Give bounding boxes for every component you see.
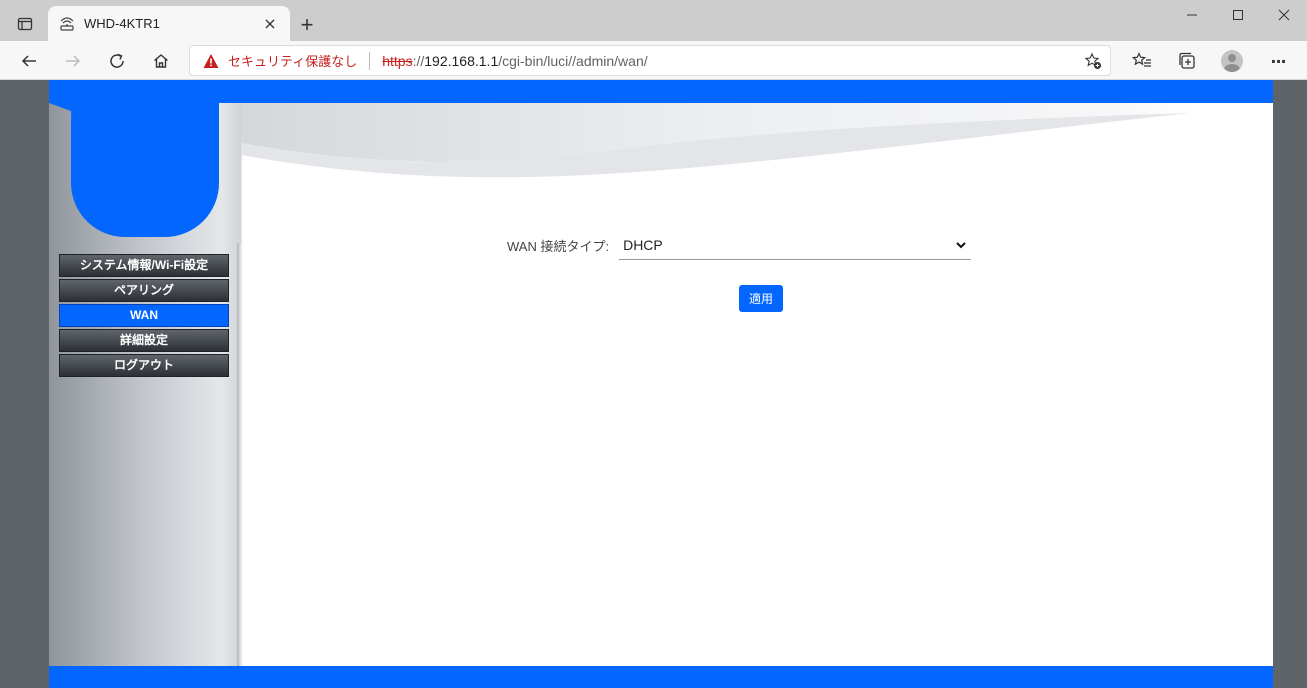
- url-scheme-separator: ://: [412, 52, 425, 69]
- address-separator: [369, 51, 371, 70]
- sidebar-item-system-info[interactable]: システム情報/Wi-Fi設定: [59, 254, 229, 277]
- minimize-icon: [1187, 14, 1197, 16]
- page-right-background: [1273, 80, 1307, 688]
- home-button[interactable]: [146, 46, 176, 76]
- favorites-button[interactable]: [1127, 46, 1157, 76]
- tab-actions-button[interactable]: [8, 12, 42, 36]
- close-window-button[interactable]: [1261, 0, 1307, 30]
- router-favicon-icon: [58, 15, 76, 33]
- add-favorite-icon[interactable]: [1082, 51, 1104, 71]
- favorites-icon: [1132, 52, 1151, 67]
- minimize-button[interactable]: [1169, 0, 1215, 30]
- apply-button[interactable]: 適用: [739, 285, 783, 312]
- reload-icon: [110, 53, 124, 68]
- sidebar-item-pairing[interactable]: ペアリング: [59, 279, 229, 302]
- security-status-label[interactable]: セキュリティ保護なし: [228, 51, 357, 70]
- wan-type-select[interactable]: DHCP: [619, 230, 972, 260]
- sidebar-item-logout[interactable]: ログアウト: [59, 354, 229, 377]
- reload-button[interactable]: [102, 46, 132, 76]
- forward-button[interactable]: [58, 46, 88, 76]
- router-page: システム情報/Wi-Fi設定 ペアリング WAN 詳細設定 ログアウト WAN …: [49, 80, 1273, 688]
- header-swoosh-graphic: [241, 103, 1191, 178]
- collections-icon: [1179, 52, 1195, 69]
- arrow-left-icon: [21, 55, 36, 67]
- wan-settings-form: WAN 接続タイプ: DHCP: [469, 230, 972, 260]
- tab-title: WHD-4KTR1: [84, 16, 160, 31]
- new-tab-button[interactable]: +: [294, 12, 320, 38]
- sidebar-menu: システム情報/Wi-Fi設定 ペアリング WAN 詳細設定 ログアウト: [59, 254, 229, 379]
- more-menu-icon[interactable]: ···: [1263, 46, 1293, 76]
- home-icon: [154, 54, 168, 68]
- collections-button[interactable]: [1172, 46, 1202, 76]
- chevron-down-icon: [956, 241, 966, 248]
- top-banner-bar: [49, 80, 1273, 103]
- bottom-banner-bar: [49, 666, 1273, 688]
- address-bar[interactable]: セキュリティ保護なし https://192.168.1.1/cgi-bin/l…: [189, 45, 1111, 76]
- url-text[interactable]: https://192.168.1.1/cgi-bin/luci//admin/…: [382, 53, 647, 69]
- tab-strip: WHD-4KTR1 × +: [0, 0, 1307, 41]
- close-window-icon: [1278, 9, 1290, 21]
- sidebar-item-advanced[interactable]: 詳細設定: [59, 329, 229, 352]
- browser-toolbar: セキュリティ保護なし https://192.168.1.1/cgi-bin/l…: [0, 41, 1307, 80]
- browser-tab[interactable]: WHD-4KTR1 ×: [48, 6, 290, 41]
- profile-button[interactable]: [1217, 46, 1247, 76]
- arrow-right-icon: [66, 55, 81, 67]
- close-tab-icon[interactable]: ×: [260, 14, 280, 34]
- avatar: [1221, 50, 1243, 72]
- sidebar-item-wan[interactable]: WAN: [59, 304, 229, 327]
- maximize-button[interactable]: [1215, 0, 1261, 30]
- tab-actions-icon: [17, 17, 33, 31]
- url-host: 192.168.1.1: [424, 52, 499, 69]
- wan-type-row: WAN 接続タイプ: DHCP: [469, 230, 972, 260]
- warning-icon[interactable]: [202, 52, 220, 70]
- wan-type-value: DHCP: [623, 236, 663, 253]
- back-button[interactable]: [14, 46, 44, 76]
- brand-tab-shape: [49, 103, 241, 243]
- wan-type-label: WAN 接続タイプ:: [507, 238, 610, 254]
- maximize-icon: [1233, 10, 1243, 20]
- url-path: /cgi-bin/luci//admin/wan/: [498, 52, 648, 69]
- url-scheme: https: [382, 52, 413, 69]
